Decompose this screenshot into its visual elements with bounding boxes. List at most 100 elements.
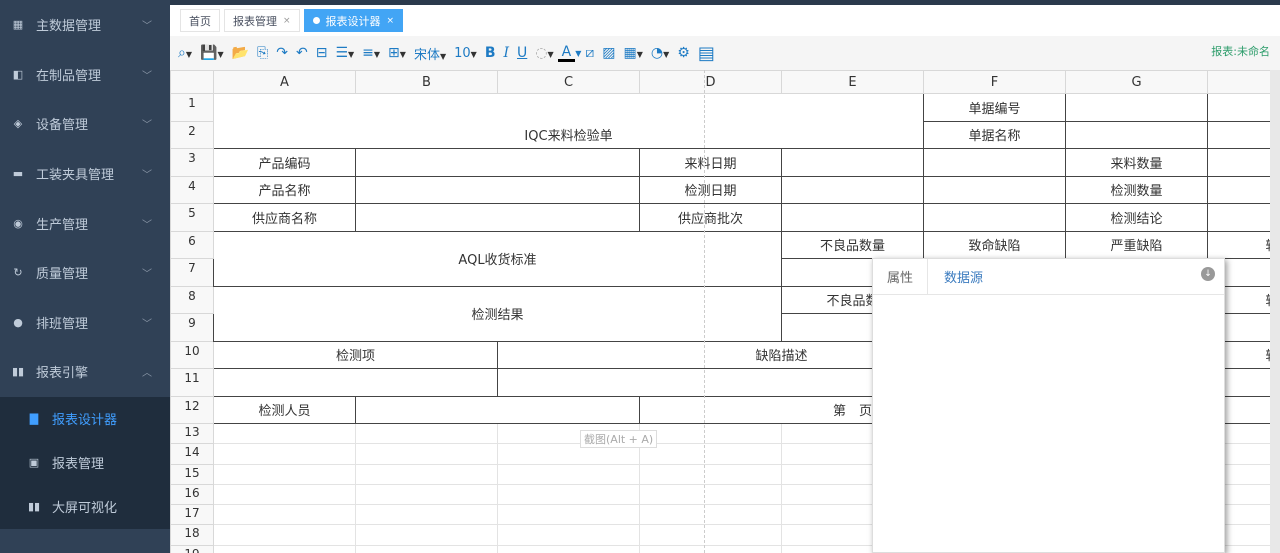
row-header[interactable]: 11 <box>170 368 214 397</box>
tab-report-management[interactable]: 报表管理 × <box>224 9 300 32</box>
image-icon[interactable]: ▨ <box>598 45 619 61</box>
cell[interactable] <box>213 93 924 121</box>
row-header[interactable]: 12 <box>170 395 214 424</box>
column-header[interactable]: B <box>355 70 498 94</box>
row-header[interactable]: 6 <box>170 230 214 259</box>
column-header[interactable]: E <box>781 70 924 94</box>
row-header[interactable]: 3 <box>170 148 214 177</box>
tab-home[interactable]: 首页 <box>180 9 220 32</box>
cell[interactable]: 检测项 <box>213 340 498 369</box>
cell[interactable] <box>1065 93 1208 122</box>
save-icon[interactable]: 💾▼ <box>196 45 228 61</box>
row-header[interactable]: 10 <box>170 340 214 369</box>
merge-cells-icon[interactable]: ⊟ <box>312 45 332 61</box>
cell[interactable] <box>781 203 924 232</box>
italic-button[interactable]: I <box>499 45 513 61</box>
column-header[interactable]: G <box>1065 70 1208 94</box>
cell[interactable] <box>1207 93 1270 122</box>
cell[interactable] <box>923 148 1066 177</box>
sidebar-item-master-data[interactable]: ▦ 主数据管理 ﹀ <box>0 0 170 50</box>
open-folder-icon[interactable]: 📂 <box>228 45 253 61</box>
sidebar-item-wip[interactable]: ◧ 在制品管理 ﹀ <box>0 50 170 100</box>
cell[interactable]: 轻微 <box>1207 230 1270 259</box>
tab-properties[interactable]: 属性 <box>873 259 927 294</box>
cell[interactable] <box>1207 203 1270 232</box>
align-left-icon[interactable]: ☰▼ <box>331 45 358 61</box>
cell-title[interactable]: IQC来料检验单 <box>213 121 924 149</box>
column-header[interactable]: D <box>639 70 782 94</box>
cell[interactable] <box>923 175 1066 204</box>
font-color-button[interactable]: A <box>557 45 576 62</box>
preview-icon[interactable]: ⌕▼ <box>174 45 196 61</box>
column-header[interactable]: C <box>497 70 640 94</box>
cell[interactable]: 检测日期 <box>639 175 782 204</box>
undo-icon[interactable]: ↶ <box>292 45 312 61</box>
close-icon[interactable]: × <box>387 16 395 26</box>
cell[interactable] <box>1207 175 1270 204</box>
cell[interactable] <box>355 203 640 232</box>
row-header[interactable]: 1 <box>170 93 214 122</box>
cell[interactable]: 单据编号 <box>923 93 1066 122</box>
cell[interactable]: 检测数量 <box>1065 175 1208 204</box>
row-header[interactable]: 7 <box>170 258 214 287</box>
row-header[interactable]: 17 <box>170 504 214 526</box>
column-header[interactable]: H <box>1207 70 1270 94</box>
cell[interactable]: 供应商名称 <box>213 203 356 232</box>
row-header[interactable]: 13 <box>170 422 214 445</box>
cell[interactable] <box>355 148 640 177</box>
cell[interactable] <box>781 175 924 204</box>
fill-color-icon[interactable]: ◌▼ <box>531 45 557 61</box>
row-header[interactable]: 5 <box>170 203 214 232</box>
cell[interactable]: 致命缺陷 <box>923 230 1066 259</box>
cell[interactable] <box>781 148 924 177</box>
sidebar-item-big-screen[interactable]: ▮▮ 大屏可视化 <box>0 485 170 529</box>
sidebar-item-tooling[interactable]: ▬ 工装夹具管理 ﹀ <box>0 149 170 199</box>
row-header[interactable]: 8 <box>170 285 214 314</box>
row-header[interactable]: 18 <box>170 524 214 546</box>
sidebar-item-device[interactable]: ◈ 设备管理 ﹀ <box>0 99 170 149</box>
row-header[interactable]: 9 <box>170 313 214 342</box>
cell[interactable]: 不良品数量 <box>781 230 924 259</box>
tab-report-designer[interactable]: 报表设计器 × <box>303 9 404 32</box>
row-header[interactable]: 19 <box>170 544 214 553</box>
font-family-select[interactable]: 宋体▼ <box>410 44 450 63</box>
sidebar-item-report-management[interactable]: ▣ 报表管理 <box>0 441 170 485</box>
cell[interactable]: AQL收货标准 <box>213 230 782 287</box>
row-header[interactable]: 2 <box>170 120 214 149</box>
sidebar-item-scheduling[interactable]: ● 排班管理 ﹀ <box>0 298 170 348</box>
cell[interactable]: 检测人员 <box>213 395 356 424</box>
sidebar-item-quality[interactable]: ↻ 质量管理 ﹀ <box>0 248 170 298</box>
cell[interactable]: 检测结果 <box>213 285 782 342</box>
list-icon[interactable]: ▤ <box>694 43 719 64</box>
cell[interactable] <box>1207 148 1270 177</box>
import-icon[interactable]: ⎘ <box>253 45 272 61</box>
collapse-down-icon[interactable]: ↓ <box>1201 267 1215 281</box>
pie-chart-icon[interactable]: ◔▼ <box>647 45 673 61</box>
cell[interactable] <box>213 368 498 397</box>
vertical-scrollbar[interactable] <box>1270 70 1280 553</box>
cell[interactable] <box>923 203 1066 232</box>
cell[interactable]: 来料日期 <box>639 148 782 177</box>
sidebar-item-report-designer[interactable]: ▇ 报表设计器 <box>0 397 170 441</box>
settings-icon[interactable]: ⚙ <box>673 45 694 61</box>
cell[interactable]: 严重缺陷 <box>1065 230 1208 259</box>
corner-cell[interactable] <box>170 70 214 94</box>
sidebar-item-report-engine[interactable]: ▮▮ 报表引擎 ︿ <box>0 347 170 397</box>
vertical-align-icon[interactable]: ≡▼ <box>358 45 384 61</box>
column-header[interactable]: A <box>213 70 356 94</box>
sidebar-item-production[interactable]: ◉ 生产管理 ﹀ <box>0 198 170 248</box>
close-icon[interactable]: × <box>283 16 291 26</box>
cell[interactable]: 产品名称 <box>213 175 356 204</box>
redo-icon[interactable]: ↷ <box>272 45 292 61</box>
cell[interactable] <box>355 395 640 424</box>
cell[interactable] <box>355 175 640 204</box>
cell[interactable]: 来料数量 <box>1065 148 1208 177</box>
row-header[interactable]: 4 <box>170 175 214 204</box>
row-header[interactable]: 14 <box>170 443 214 465</box>
row-header[interactable]: 15 <box>170 463 214 485</box>
cell[interactable]: 产品编码 <box>213 148 356 177</box>
cell[interactable] <box>1065 120 1208 149</box>
column-header[interactable]: F <box>923 70 1066 94</box>
bold-button[interactable]: B <box>481 45 500 61</box>
border-icon[interactable]: ⊞▼ <box>384 45 410 61</box>
